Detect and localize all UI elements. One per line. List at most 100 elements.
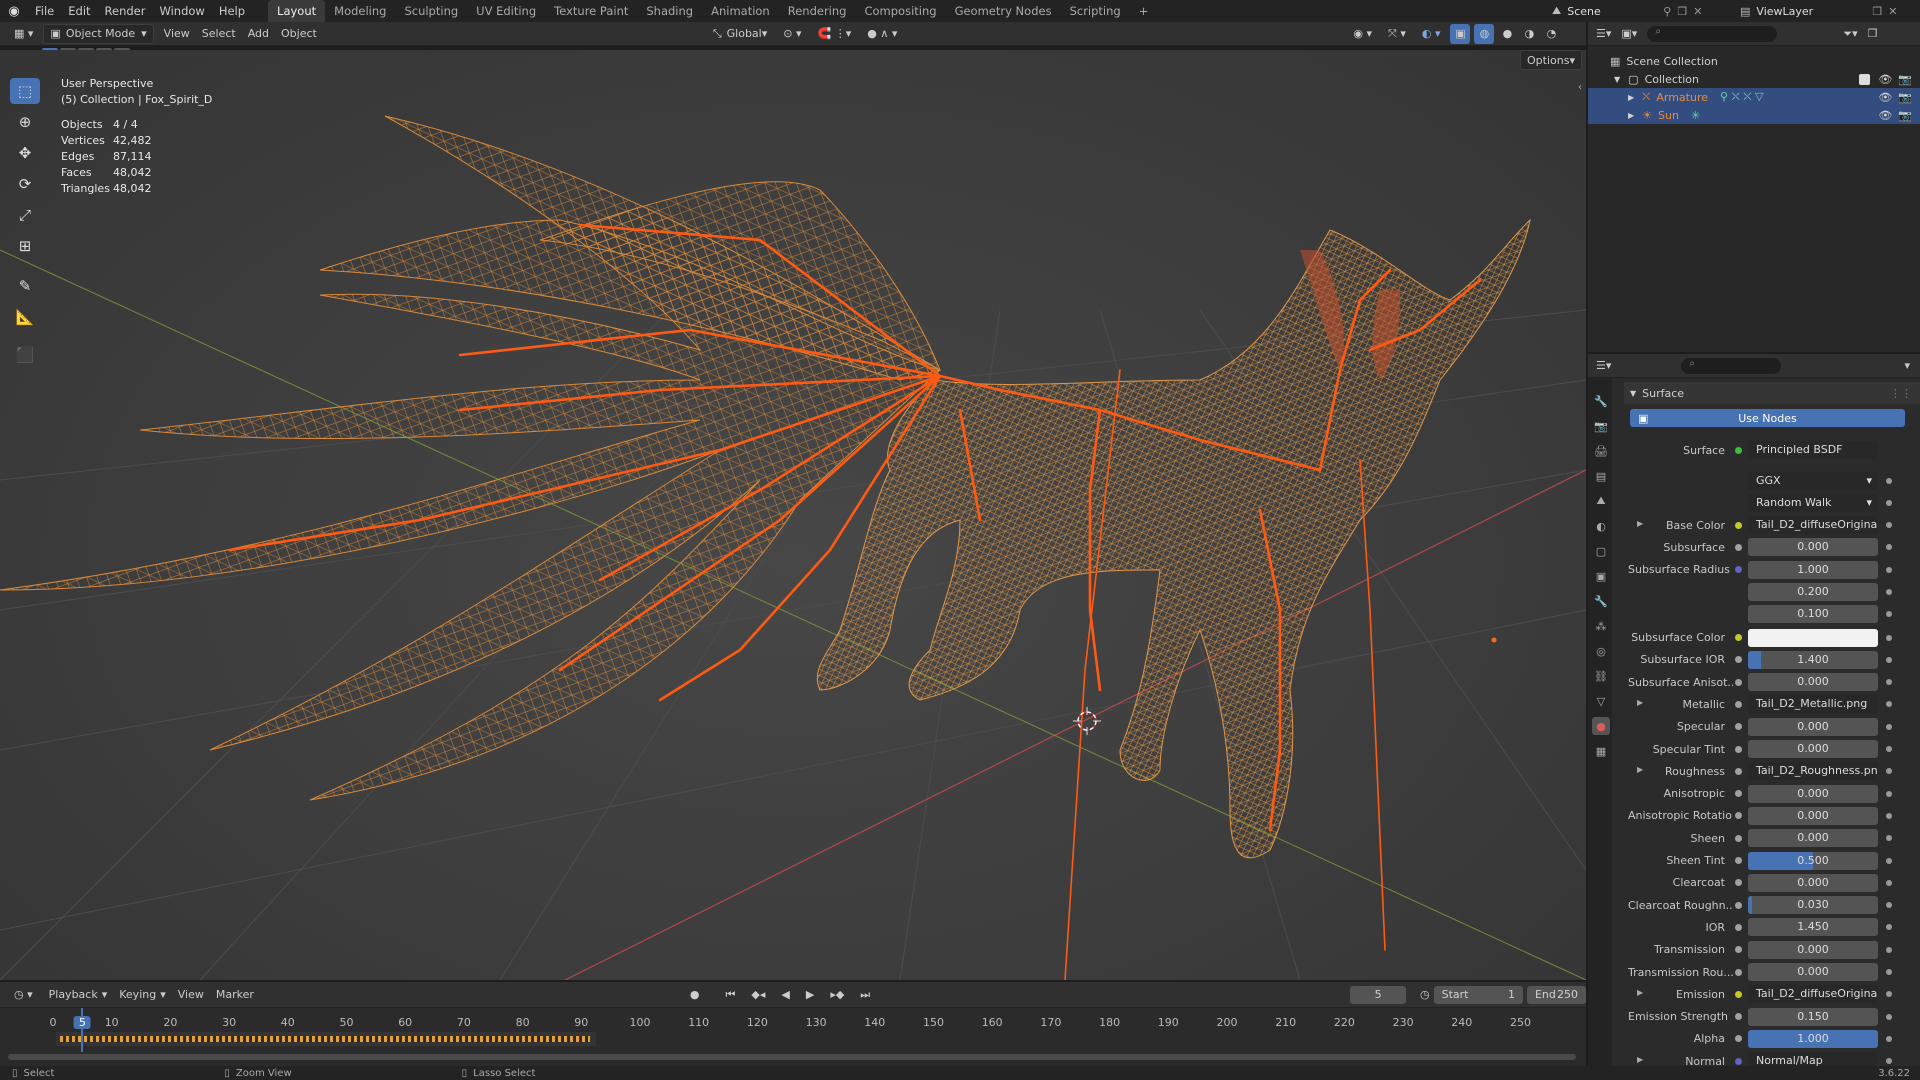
expand-input-icon[interactable]: ▶ — [1637, 988, 1643, 997]
input-value-field[interactable]: 0.000 — [1748, 940, 1878, 959]
keyframe-dot[interactable] — [1886, 544, 1892, 551]
surface-shader-field[interactable]: Principled BSDF — [1748, 441, 1878, 459]
keyframe-dot[interactable] — [1886, 991, 1892, 998]
keyframe-dot[interactable] — [1886, 611, 1892, 618]
pose-data-icon[interactable]: ⚲ ⛌ ⛌ ▽ — [1720, 90, 1763, 104]
cursor-tool-icon[interactable]: ⊕ — [10, 109, 40, 135]
input-value-field[interactable]: 0.000 — [1748, 538, 1878, 557]
tool-tab-icon[interactable]: 🔧 — [1592, 392, 1610, 410]
tab-layout[interactable]: Layout — [268, 0, 326, 22]
keyframe-dot[interactable] — [1886, 701, 1892, 708]
scene-collection-row[interactable]: ▦ Scene Collection — [1588, 52, 1920, 70]
tab-animation[interactable]: Animation — [702, 0, 779, 22]
keyframe-dot[interactable] — [1886, 946, 1892, 953]
tab-rendering[interactable]: Rendering — [779, 0, 856, 22]
visibility-eye-icon[interactable]: 👁 — [1878, 73, 1892, 86]
timeline-menu-playback[interactable]: Playback ▾ — [43, 985, 114, 1005]
annotate-tool-icon[interactable]: ✎ — [10, 273, 40, 299]
properties-options-icon[interactable]: ▾ — [1904, 359, 1910, 372]
expand-input-icon[interactable]: ▶ — [1637, 698, 1643, 707]
viewport-menu-object[interactable]: Object — [275, 24, 323, 44]
timeline-menu-keying[interactable]: Keying ▾ — [113, 985, 171, 1005]
tab-geometry-nodes[interactable]: Geometry Nodes — [946, 0, 1061, 22]
world-tab-icon[interactable]: ◐ — [1592, 517, 1610, 535]
keyframe-dot[interactable] — [1886, 902, 1892, 909]
snap-button[interactable]: 🧲 ⋮▾ — [812, 24, 858, 44]
particles-tab-icon[interactable]: ⁂ — [1592, 617, 1610, 635]
input-value-field[interactable]: 0.200 — [1748, 582, 1878, 601]
subsurface-method-dropdown[interactable]: Random Walk ▾ — [1748, 494, 1878, 512]
expand-input-icon[interactable]: ▶ — [1637, 519, 1643, 528]
options-dropdown[interactable]: Options ▾ — [1520, 50, 1582, 70]
expand-input-icon[interactable]: ▶ — [1637, 1055, 1643, 1064]
input-value-field[interactable]: 0.000 — [1748, 717, 1878, 736]
new-collection-icon[interactable]: ❐ — [1868, 27, 1878, 40]
timeline-menu-view[interactable]: View — [172, 985, 210, 1005]
menu-render[interactable]: Render — [98, 0, 153, 22]
input-value-field[interactable]: 0.000 — [1748, 963, 1878, 981]
display-mode-icon[interactable]: ▣▾ — [1621, 27, 1637, 40]
start-frame-field[interactable]: Start 1 — [1433, 985, 1523, 1004]
outliner-editor-icon[interactable]: ☰▾ — [1596, 27, 1611, 40]
material-tab-icon[interactable]: ● — [1592, 717, 1610, 735]
menu-file[interactable]: File — [28, 0, 61, 22]
object-tab-icon[interactable]: ▣ — [1592, 567, 1610, 585]
shading-wireframe-button[interactable]: ◍ — [1474, 23, 1495, 44]
select-box-tool-icon[interactable]: ⬚ — [10, 78, 40, 104]
collection-row[interactable]: ▼ ▢ Collection 👁 📷 — [1588, 70, 1920, 88]
exclude-checkbox[interactable] — [1859, 73, 1871, 85]
outliner-item-sun[interactable]: ▶ ☀ Sun ✳ 👁 📷 — [1588, 106, 1920, 124]
measure-tool-icon[interactable]: 📐 — [10, 304, 40, 330]
keyframe-dot[interactable] — [1886, 790, 1892, 797]
viewlayer-selector[interactable]: ▤ ViewLayer ❐ ✕ — [1740, 0, 1898, 22]
collapse-icon[interactable]: ▼ — [1630, 389, 1636, 398]
menu-edit[interactable]: Edit — [61, 0, 97, 22]
visibility-button[interactable]: ◉ ▾ — [1347, 24, 1378, 44]
texture-tab-icon[interactable]: ▦ — [1592, 742, 1610, 760]
use-nodes-button[interactable]: ▣ Use Nodes — [1630, 409, 1905, 427]
keyframe-dot[interactable] — [1886, 969, 1892, 975]
input-value-field[interactable]: Tail_D2_Roughness.png — [1748, 762, 1878, 781]
menu-help[interactable]: Help — [212, 0, 252, 22]
playhead[interactable] — [81, 1008, 83, 1052]
render-camera-icon[interactable]: 📷 — [1898, 73, 1912, 86]
scene-selector[interactable]: ⛰ Scene ⚲ ❐ ✕ — [1552, 0, 1702, 22]
expand-icon[interactable]: ▶ — [1628, 111, 1634, 120]
tab-modeling[interactable]: Modeling — [325, 0, 395, 22]
input-value-field[interactable]: 1.450 — [1748, 918, 1878, 937]
keyframe-dot[interactable] — [1886, 1058, 1892, 1065]
xray-button[interactable]: ▣ — [1450, 23, 1471, 44]
input-value-field[interactable]: 1.000 — [1748, 560, 1878, 579]
scene-tab-icon[interactable]: ⛰ — [1592, 492, 1610, 510]
pivot-point-button[interactable]: ⊙ ▾ — [777, 24, 807, 44]
render-camera-icon[interactable]: 📷 — [1898, 91, 1912, 104]
tab-uv-editing[interactable]: UV Editing — [467, 0, 545, 22]
add-workspace-button[interactable]: + — [1130, 0, 1158, 22]
visibility-eye-icon[interactable]: 👁 — [1878, 109, 1892, 122]
end-frame-field[interactable]: End 250 — [1526, 985, 1586, 1004]
collection-tab-icon[interactable]: ▢ — [1592, 542, 1610, 560]
outliner-search-field[interactable]: ⌕ — [1647, 25, 1778, 42]
jump-start-icon[interactable]: ⏮ — [719, 985, 741, 1005]
3d-viewport[interactable]: User Perspective (5) Collection | Fox_Sp… — [0, 50, 1586, 980]
input-value-field[interactable]: 0.500 — [1748, 851, 1878, 870]
tab-texture-paint[interactable]: Texture Paint — [545, 0, 637, 22]
keyframe-dot[interactable] — [1886, 924, 1892, 931]
input-value-field[interactable]: Tail_D2_Metallic.png — [1748, 695, 1878, 714]
transform-tool-icon[interactable]: ⊞ — [10, 233, 40, 259]
properties-search-field[interactable]: ⌕ — [1681, 357, 1782, 374]
play-reverse-icon[interactable]: ◀ — [775, 985, 795, 1005]
keyframe-dot[interactable] — [1886, 723, 1892, 730]
viewport-menu-select[interactable]: Select — [196, 24, 242, 44]
rotate-tool-icon[interactable]: ⟳ — [10, 171, 40, 197]
scale-tool-icon[interactable]: ⤢ — [10, 202, 40, 228]
keyframe-dot[interactable] — [1886, 1013, 1892, 1020]
pin-icon[interactable]: ⚲ — [1663, 5, 1671, 18]
drag-handle-icon[interactable]: ⋮⋮ — [1890, 387, 1912, 400]
tab-compositing[interactable]: Compositing — [855, 0, 945, 22]
shading-solid-button[interactable]: ● — [1498, 24, 1516, 44]
viewport-menu-view[interactable]: View — [158, 24, 196, 44]
blender-logo-icon[interactable]: ◉ — [0, 4, 28, 19]
keyframe-dot[interactable] — [1886, 566, 1892, 573]
input-value-field[interactable]: 0.000 — [1748, 806, 1878, 825]
